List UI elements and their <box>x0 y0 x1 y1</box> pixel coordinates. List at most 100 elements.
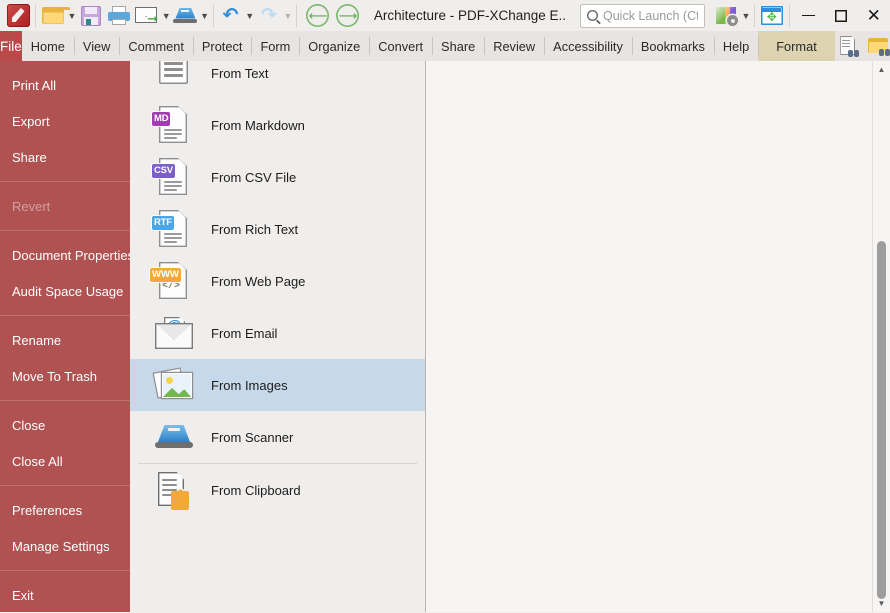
fullscreen-button[interactable]: ✥ <box>758 2 786 29</box>
sidebar-item-move-to-trash[interactable]: Move To Trash <box>0 358 130 394</box>
search-input[interactable] <box>603 8 698 23</box>
list-item-label: From Clipboard <box>211 482 301 498</box>
email-dropdown-icon[interactable]: ▼ <box>161 2 171 29</box>
gear-icon <box>727 15 739 26</box>
list-item-label: From Email <box>211 325 278 341</box>
vertical-scrollbar[interactable]: ▲ ▼ <box>872 61 890 612</box>
sidebar-item-print-all[interactable]: Print All <box>0 67 130 103</box>
list-item-from-rich-text[interactable]: RTF From Rich Text <box>130 203 425 255</box>
tab-format[interactable]: Format <box>758 31 835 61</box>
open-file-button[interactable] <box>39 2 70 29</box>
email-button[interactable]: ➞ <box>133 2 161 29</box>
tab-accessibility[interactable]: Accessibility <box>544 31 632 61</box>
clipboard-icon <box>152 468 196 512</box>
document-search-button[interactable] <box>835 33 863 60</box>
tab-bookmarks[interactable]: Bookmarks <box>631 31 714 61</box>
folder-search-icon <box>868 37 890 56</box>
sidebar-item-export[interactable]: Export <box>0 103 130 139</box>
close-button[interactable]: ✕ <box>858 1 890 31</box>
theme-dropdown-icon[interactable]: ▼ <box>741 2 751 29</box>
list-item-label: From Rich Text <box>211 221 299 237</box>
tab-form[interactable]: Form <box>251 31 299 61</box>
sidebar-divider <box>0 570 130 571</box>
scroll-up-icon[interactable]: ▲ <box>873 61 890 78</box>
open-folder-icon <box>41 7 70 24</box>
sidebar-item-audit-space-usage[interactable]: Audit Space Usage <box>0 273 130 309</box>
sidebar-divider <box>0 485 130 486</box>
redo-icon: ↷ <box>260 5 277 26</box>
undo-dropdown-icon[interactable]: ▼ <box>245 2 255 29</box>
application-window: ▼ ➞ ▼ ▼ ↶ ▼ ↷ ▼ ⟵ ⟶ Architecture - PDF-X… <box>0 0 890 612</box>
undo-icon: ↶ <box>222 5 239 26</box>
ribbon-right-tools: ▲ <box>835 31 890 61</box>
sidebar-divider <box>0 181 130 182</box>
search-icon <box>587 10 598 21</box>
app-logo-button[interactable] <box>4 2 32 29</box>
markdown-document-icon: MD <box>152 103 196 147</box>
sidebar-item-close[interactable]: Close <box>0 407 130 443</box>
binoculars-icon <box>879 48 890 56</box>
save-button[interactable] <box>77 2 105 29</box>
scan-button[interactable] <box>171 2 199 29</box>
badge-label: MD <box>152 112 171 126</box>
tab-help[interactable]: Help <box>713 31 758 61</box>
nav-forward-button[interactable]: ⟶ <box>334 2 362 29</box>
list-item-from-web-page[interactable]: </> WWW From Web Page <box>130 255 425 307</box>
scroll-down-icon[interactable]: ▼ <box>873 595 890 612</box>
tab-file[interactable]: File <box>0 31 22 61</box>
scanner-icon <box>173 7 198 24</box>
redo-button[interactable]: ↷ <box>255 2 283 29</box>
binoculars-icon <box>848 49 860 57</box>
tab-view[interactable]: View <box>73 31 120 61</box>
scan-dropdown-icon[interactable]: ▼ <box>199 2 209 29</box>
tab-convert[interactable]: Convert <box>369 31 432 61</box>
csv-document-icon: CSV <box>152 155 196 199</box>
tab-organize[interactable]: Organize <box>299 31 369 61</box>
theme-settings-button[interactable] <box>713 2 741 29</box>
close-icon: ✕ <box>866 6 881 25</box>
sidebar-item-share[interactable]: Share <box>0 139 130 175</box>
toolbar-separator <box>212 4 214 27</box>
maximize-button[interactable] <box>825 1 857 31</box>
folder-search-button[interactable] <box>865 33 890 60</box>
save-icon <box>81 5 102 26</box>
undo-button[interactable]: ↶ <box>217 2 245 29</box>
list-item-from-images[interactable]: From Images <box>130 359 425 411</box>
minimize-icon <box>802 14 816 17</box>
app-logo-icon <box>6 4 30 27</box>
print-icon <box>108 6 131 25</box>
list-item-from-scanner[interactable]: From Scanner <box>130 411 425 463</box>
tab-review[interactable]: Review <box>484 31 544 61</box>
quick-launch-search[interactable] <box>580 3 705 28</box>
nav-back-button[interactable]: ⟵ <box>304 2 332 29</box>
new-document-list-panel: From Text MD From Markdown CSV From CSV … <box>130 61 426 612</box>
sidebar-divider <box>0 400 130 401</box>
list-item-from-text[interactable]: From Text <box>130 61 425 99</box>
list-item-from-csv-file[interactable]: CSV From CSV File <box>130 151 425 203</box>
sidebar-item-preferences[interactable]: Preferences <box>0 492 130 528</box>
toolbar-separator <box>35 4 36 27</box>
tab-protect[interactable]: Protect <box>192 31 252 61</box>
tab-comment[interactable]: Comment <box>119 31 192 61</box>
images-icon <box>152 363 196 407</box>
tab-share[interactable]: Share <box>432 31 484 61</box>
theme-icon <box>716 6 739 26</box>
tab-home[interactable]: Home <box>22 31 74 61</box>
sidebar-item-exit[interactable]: Exit <box>0 577 130 613</box>
print-button[interactable] <box>105 2 133 29</box>
list-item-from-clipboard[interactable]: From Clipboard <box>130 464 425 516</box>
forward-arrow-icon: ⟶ <box>336 4 359 27</box>
sidebar-item-manage-settings[interactable]: Manage Settings <box>0 528 130 564</box>
scanner-icon <box>152 415 196 459</box>
list-item-from-email[interactable]: @ From Email <box>130 307 425 359</box>
sidebar-item-rename[interactable]: Rename <box>0 322 130 358</box>
redo-dropdown-icon[interactable]: ▼ <box>283 2 293 29</box>
toolbar-separator <box>788 4 790 27</box>
list-item-from-markdown[interactable]: MD From Markdown <box>130 99 425 151</box>
minimize-button[interactable] <box>793 1 825 31</box>
sidebar-item-close-all[interactable]: Close All <box>0 443 130 479</box>
preview-content-area <box>426 61 890 612</box>
sidebar-item-document-properties[interactable]: Document Properties <box>0 237 134 273</box>
text-document-icon <box>152 61 196 95</box>
scrollbar-thumb[interactable] <box>877 241 886 599</box>
